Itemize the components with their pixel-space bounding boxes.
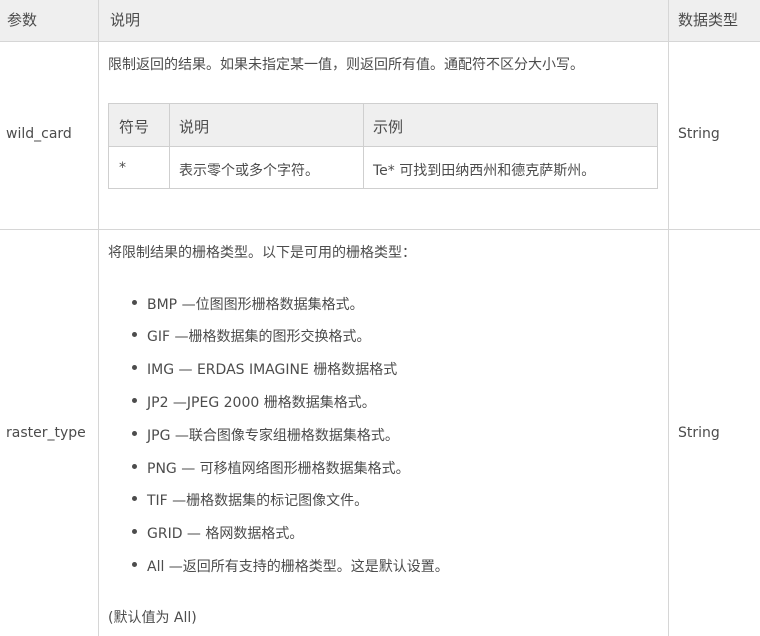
param-desc-raster-type: 将限制结果的栅格类型。以下是可用的栅格类型： — [108, 245, 416, 261]
row-divider — [0, 41, 760, 42]
bullet-icon — [132, 398, 137, 403]
header-type: 数据类型 — [678, 11, 739, 29]
inner-cell-example: Te* 可找到田纳西州和德克萨斯州。 — [373, 163, 596, 179]
inner-header-desc: 说明 — [179, 118, 210, 136]
wildcard-symbol-table: 符号 说明 示例 * 表示零个或多个字符。 Te* 可找到田纳西州和德克萨斯州。 — [108, 103, 658, 189]
header-param: 参数 — [7, 11, 38, 29]
param-name-raster-type: raster_type — [6, 425, 86, 441]
inner-cell-desc: 表示零个或多个字符。 — [179, 163, 319, 179]
parameter-table: 参数 说明 数据类型 wild_card 限制返回的结果。如果未指定某一值，则返… — [0, 0, 760, 636]
bullet-icon — [132, 300, 137, 305]
param-type-raster-type: String — [678, 425, 720, 441]
inner-header-example: 示例 — [373, 118, 404, 136]
param-type-wild-card: String — [678, 126, 720, 142]
list-item: IMG — ERDAS IMAGINE 栅格数据格式 — [147, 362, 398, 378]
bullet-icon — [132, 431, 137, 436]
list-item: JP2 —JPEG 2000 栅格数据集格式。 — [147, 395, 376, 411]
bullet-icon — [132, 529, 137, 534]
bullet-icon — [132, 464, 137, 469]
column-divider — [98, 0, 99, 636]
list-item: JPG —联合图像专家组栅格数据集格式。 — [147, 428, 399, 444]
inner-header-symbol: 符号 — [119, 118, 150, 136]
bullet-icon — [132, 562, 137, 567]
list-item: GIF —栅格数据集的图形交换格式。 — [147, 329, 371, 345]
param-name-wild-card: wild_card — [6, 126, 72, 142]
inner-cell-symbol: * — [119, 160, 126, 176]
bullet-icon — [132, 496, 137, 501]
list-item: All —返回所有支持的栅格类型。这是默认设置。 — [147, 559, 449, 575]
row-divider — [0, 229, 760, 230]
default-value-note: (默认值为 All) — [108, 610, 197, 626]
bullet-icon — [132, 365, 137, 370]
column-divider — [668, 0, 669, 636]
param-desc-wild-card: 限制返回的结果。如果未指定某一值，则返回所有值。通配符不区分大小写。 — [108, 57, 584, 73]
inner-column-divider — [363, 104, 364, 188]
list-item: PNG — 可移植网络图形栅格数据集格式。 — [147, 461, 410, 477]
bullet-icon — [132, 332, 137, 337]
header-desc: 说明 — [110, 11, 141, 29]
list-item: TIF —栅格数据集的标记图像文件。 — [147, 493, 369, 509]
list-item: GRID — 格网数据格式。 — [147, 526, 304, 542]
list-item: BMP —位图图形栅格数据集格式。 — [147, 297, 364, 313]
inner-column-divider — [169, 104, 170, 188]
